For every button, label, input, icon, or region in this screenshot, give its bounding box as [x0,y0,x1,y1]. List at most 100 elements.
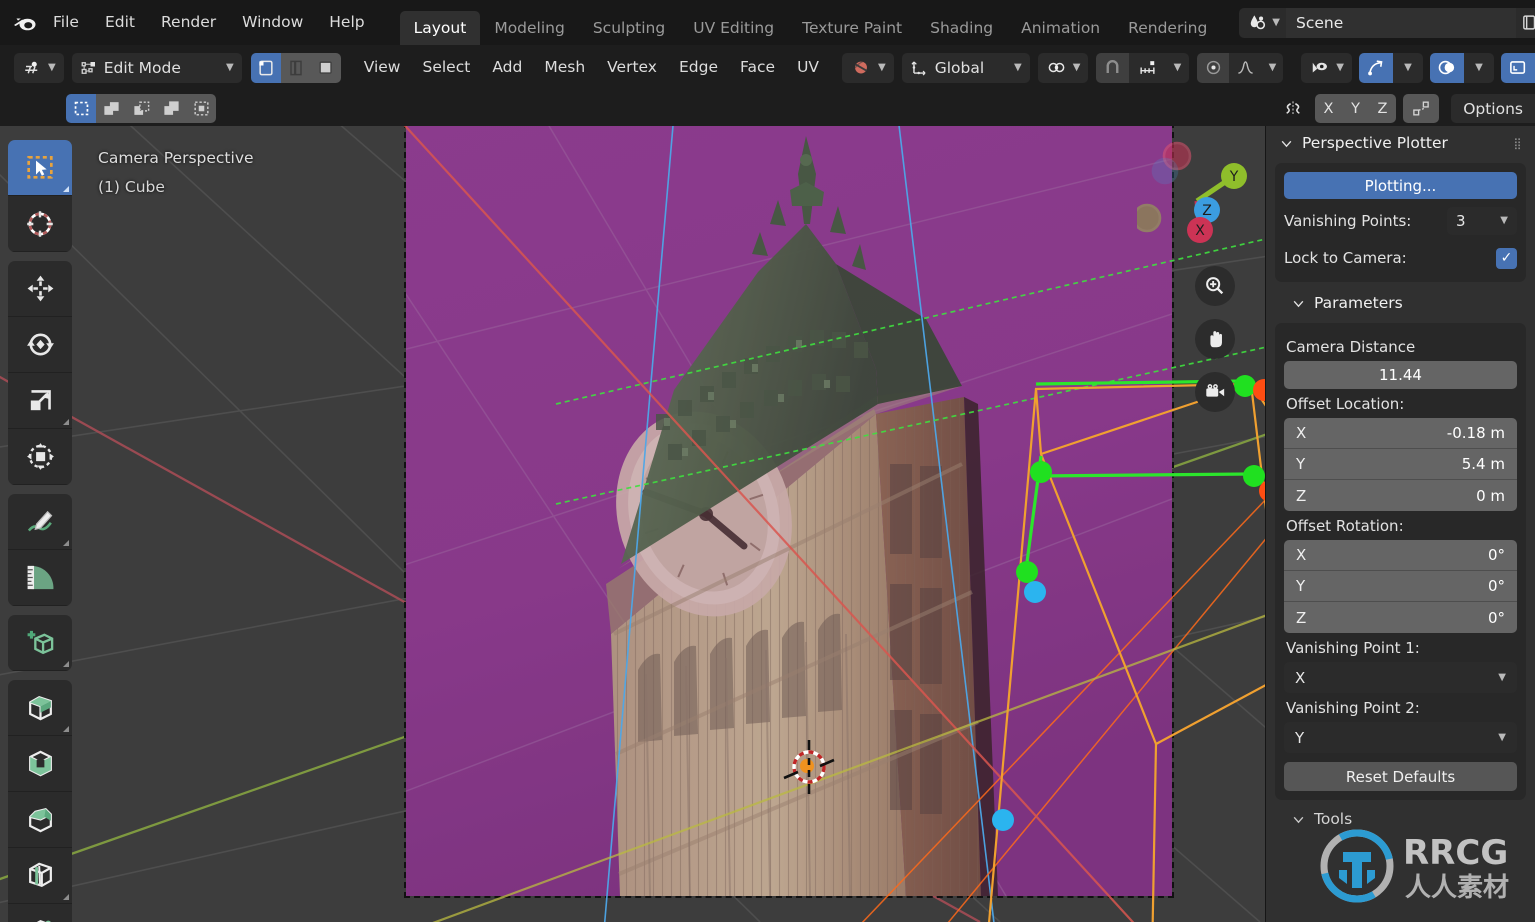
toggle-xray-icon[interactable] [1501,53,1535,83]
tab-sculpting[interactable]: Sculpting [579,11,679,45]
camera-distance-field[interactable]: 11.44 [1284,361,1517,389]
mirror-axis-z[interactable]: Z [1369,94,1396,123]
reset-defaults-button[interactable]: Reset Defaults [1284,762,1517,791]
visibility-button[interactable]: ▼ [1301,53,1352,83]
menu-render[interactable]: Render [148,0,229,45]
offset-rotation-x[interactable]: X 0° [1284,540,1517,571]
tab-uv-editing[interactable]: UV Editing [679,11,788,45]
plotting-button[interactable]: Plotting... [1284,172,1517,199]
vanishing-handle-green[interactable] [1234,375,1256,397]
scene-name-field[interactable]: Scene [1286,8,1516,38]
vanishing-handle-green[interactable] [1030,461,1052,483]
panel-header-perspective-plotter[interactable]: Perspective Plotter ⣿ [1266,126,1535,160]
select-intersect-icon[interactable] [186,94,216,123]
mirror-axis-x[interactable]: X [1315,94,1342,123]
tool-cursor[interactable] [8,196,72,252]
tab-animation[interactable]: Animation [1007,11,1114,45]
pivot-point-button[interactable]: ▼ [1038,53,1089,83]
snap-magnet-icon[interactable] [1096,53,1129,83]
offset-location-x[interactable]: X -0.18 m [1284,418,1517,449]
offset-rotation-z[interactable]: Z 0° [1284,602,1517,633]
tool-inset-faces[interactable] [8,736,72,792]
vertex-select-icon[interactable] [251,53,281,83]
tool-tweak-select-box[interactable] [8,140,72,196]
tab-texture-paint[interactable]: Texture Paint [788,11,916,45]
mirror-icon[interactable] [1278,94,1308,123]
menu-add[interactable]: Add [481,45,533,90]
mode-selector[interactable]: Edit Mode ▼ [72,53,242,83]
blender-logo-icon[interactable] [10,6,40,40]
overlays-icon[interactable] [1430,53,1464,83]
scene-browse-button[interactable]: ▼ [1239,8,1286,38]
tool-knife[interactable] [8,904,72,922]
viewport-header: ▼ Edit Mode ▼ [0,45,1535,90]
panel-grip-icon[interactable]: ⣿ [1513,137,1523,150]
tool-scale[interactable] [8,373,72,429]
face-select-icon[interactable] [311,53,341,83]
transform-orientation-button[interactable]: Global ▼ [902,53,1030,83]
zoom-view-icon[interactable] [1195,266,1235,306]
auto-merge-icon[interactable] [1403,94,1439,123]
gizmo-dropdown-button[interactable]: ▼ [1393,53,1423,83]
vanishing-point-1-select[interactable]: X ▼ [1284,662,1517,693]
menu-view[interactable]: View [353,45,412,90]
menu-select[interactable]: Select [412,45,482,90]
proportional-editing-icon[interactable] [1197,53,1229,83]
panel-header-parameters[interactable]: Parameters [1266,282,1535,320]
vanishing-handle-green[interactable] [1243,465,1265,487]
vanishing-handle-green[interactable] [1016,561,1038,583]
view-layer-icon[interactable] [1516,8,1535,38]
menu-file[interactable]: File [40,0,92,45]
camera-view-icon[interactable] [1195,372,1235,412]
select-extend-icon[interactable] [96,94,126,123]
editor-type-button[interactable]: ▼ [14,53,64,83]
gizmo-neg-y[interactable] [1137,205,1160,231]
lock-to-camera-checkbox[interactable]: ✓ [1496,248,1517,269]
vanishing-points-select[interactable]: 3 ▼ [1447,207,1517,235]
tool-transform[interactable] [8,429,72,485]
gizmo-neg-z[interactable] [1153,159,1177,183]
menu-help[interactable]: Help [316,0,377,45]
options-button[interactable]: Options [1451,94,1535,123]
menu-mesh[interactable]: Mesh [533,45,596,90]
snap-increment-icon[interactable] [1129,53,1165,83]
edge-select-icon[interactable] [281,53,311,83]
tool-extrude-region[interactable] [8,680,72,736]
menu-edge[interactable]: Edge [668,45,729,90]
tab-rendering[interactable]: Rendering [1114,11,1221,45]
tool-loop-cut[interactable] [8,848,72,904]
mesh-shading-button[interactable]: ▼ [842,53,894,83]
panel-header-tools[interactable]: Tools [1266,800,1535,828]
menu-vertex[interactable]: Vertex [596,45,668,90]
gizmo-icon[interactable] [1359,53,1393,83]
offset-location-y[interactable]: Y 5.4 m [1284,449,1517,480]
tool-move[interactable] [8,261,72,317]
offset-location-z[interactable]: Z 0 m [1284,480,1517,511]
menu-uv[interactable]: UV [786,45,830,90]
tab-shading[interactable]: Shading [916,11,1007,45]
select-invert-icon[interactable] [156,94,186,123]
falloff-dropdown-button[interactable]: ▼ [1261,53,1283,83]
mirror-axis-y[interactable]: Y [1342,94,1369,123]
pan-view-icon[interactable] [1195,319,1235,359]
tool-annotate[interactable] [8,494,72,550]
vanishing-handle-blue[interactable] [1024,581,1046,603]
menu-window[interactable]: Window [229,0,316,45]
select-box-icon[interactable] [66,94,96,123]
proportional-falloff-icon[interactable] [1229,53,1261,83]
tool-bevel[interactable] [8,792,72,848]
navigation-gizmo[interactable]: Y Z X [1137,136,1257,256]
offset-rotation-y[interactable]: Y 0° [1284,571,1517,602]
vanishing-point-2-select[interactable]: Y ▼ [1284,722,1517,753]
select-subtract-icon[interactable] [126,94,156,123]
menu-edit[interactable]: Edit [92,0,148,45]
tab-modeling[interactable]: Modeling [480,11,579,45]
tool-rotate[interactable] [8,317,72,373]
snap-dropdown-button[interactable]: ▼ [1165,53,1189,83]
tool-measure[interactable] [8,550,72,606]
menu-face[interactable]: Face [729,45,786,90]
overlays-dropdown-button[interactable]: ▼ [1464,53,1494,83]
tab-layout[interactable]: Layout [400,11,481,45]
tool-add-cube[interactable] [8,615,72,671]
vanishing-handle-blue[interactable] [992,809,1014,831]
